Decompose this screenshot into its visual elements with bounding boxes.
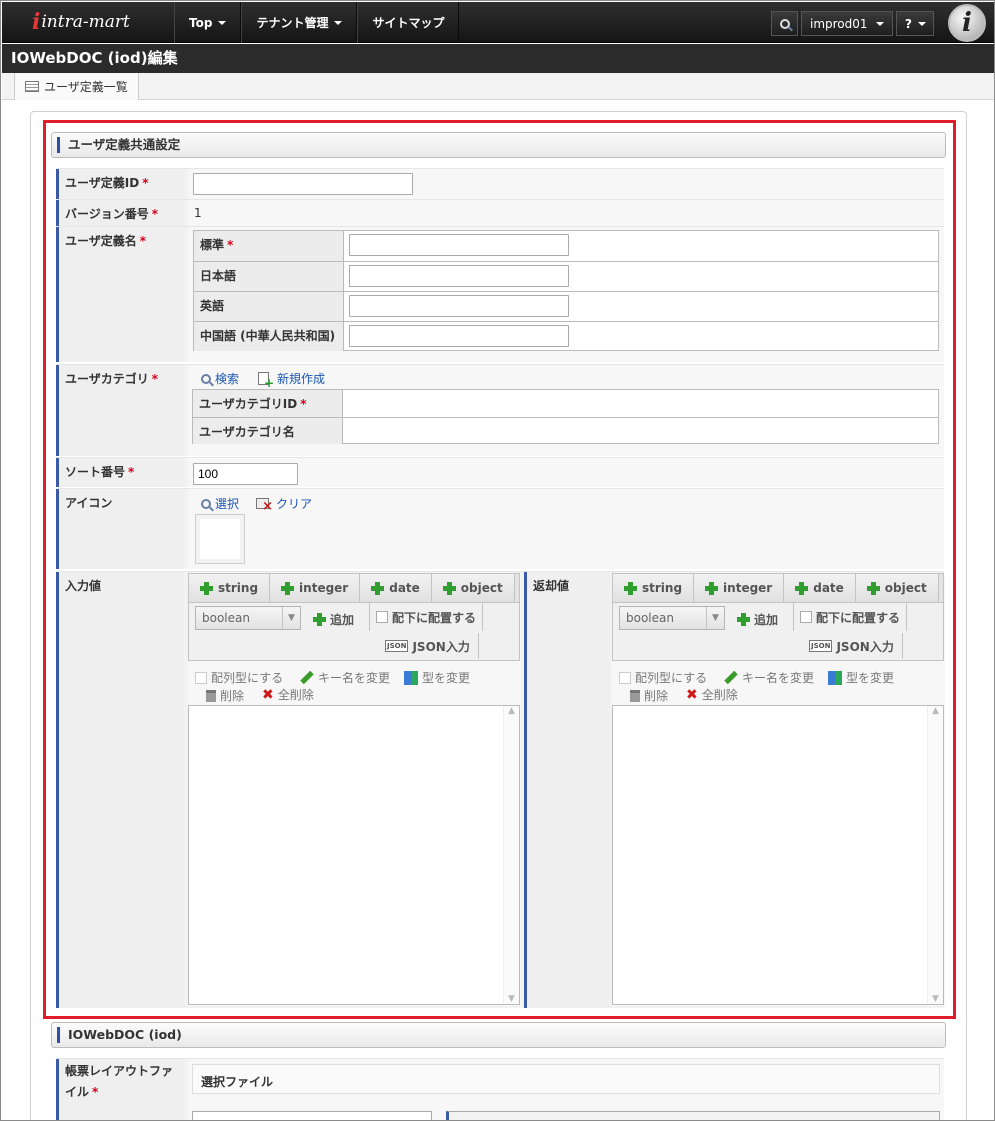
nav-tenant-admin[interactable]: テナント管理 (241, 2, 358, 43)
selected-file-header: 選択ファイル (192, 1064, 940, 1094)
section-heading-iowebdoc: IOWebDOC (iod) (51, 1022, 946, 1048)
app-frame: i intra-mart Top テナント管理 サイトマップ improd01 ?… (0, 0, 995, 1121)
global-header: i intra-mart Top テナント管理 サイトマップ improd01 ?… (2, 2, 994, 43)
chevron-down-icon (917, 21, 926, 26)
search-icon (779, 18, 790, 29)
user-menu[interactable]: improd01 (801, 11, 893, 36)
sub-toolbar: ユーザ定義一覧 (2, 73, 994, 100)
intra-mart-logo[interactable]: i intra-mart (32, 9, 130, 35)
file-path-input[interactable] (192, 1111, 432, 1120)
avatar[interactable]: i (948, 4, 986, 42)
header-tools: improd01 ? (771, 11, 934, 36)
chevron-down-icon (876, 21, 884, 26)
global-nav: Top テナント管理 サイトマップ (174, 2, 460, 43)
chevron-down-icon (334, 20, 343, 25)
user-def-list-link[interactable]: ユーザ定義一覧 (14, 73, 139, 100)
row-layout-file: 帳票レイアウトファイル * 選択ファイル (56, 1058, 944, 1120)
search-button[interactable] (771, 11, 798, 36)
nav-sitemap[interactable]: サイトマップ (357, 2, 460, 43)
help-menu[interactable]: ? (896, 11, 934, 36)
page-title: IOWebDOC (iod)編集 (2, 44, 994, 73)
label-layout-file: 帳票レイアウトファイル * (56, 1059, 184, 1120)
nav-top[interactable]: Top (174, 2, 242, 43)
list-icon (25, 81, 39, 92)
highlight-box (43, 120, 956, 1019)
chevron-down-icon (218, 20, 227, 25)
file-upload-area[interactable] (446, 1111, 940, 1120)
